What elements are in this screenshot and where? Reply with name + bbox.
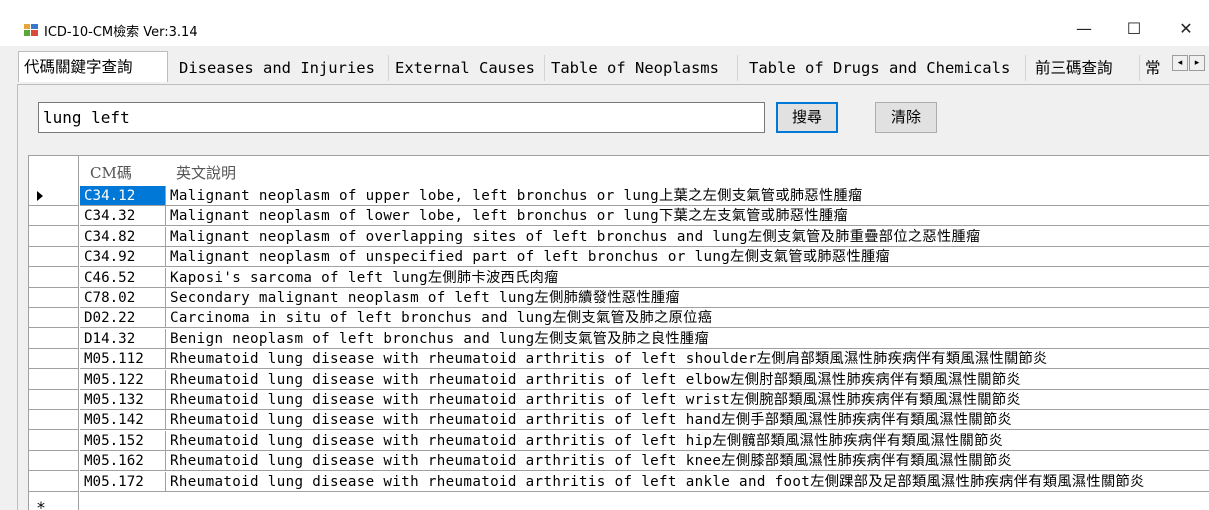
cell-code[interactable]: D02.22: [80, 308, 166, 329]
tab-external-causes[interactable]: External Causes: [390, 55, 545, 81]
current-row-pointer-icon: [37, 191, 43, 201]
maximize-button[interactable]: ☐: [1111, 11, 1157, 46]
cell-code[interactable]: C78.02: [80, 288, 166, 308]
tab-first-three-codes[interactable]: 前三碼查詢: [1030, 55, 1140, 81]
cell-code[interactable]: M05.152: [80, 430, 166, 451]
row-header-cell[interactable]: [29, 390, 78, 410]
cell-code[interactable]: M05.142: [80, 410, 166, 431]
table-row[interactable]: M05.132 Rheumatoid lung disease with rheu…: [29, 390, 1209, 410]
cell-description[interactable]: Rheumatoid lung disease with rheumatoid …: [166, 410, 1209, 431]
tab-table-drugs-chemicals[interactable]: Table of Drugs and Chemicals: [744, 55, 1026, 81]
cell-code[interactable]: M05.112: [80, 349, 166, 370]
close-button[interactable]: ✕: [1163, 11, 1209, 46]
row-header-cell[interactable]: [29, 268, 78, 288]
cell-code[interactable]: C46.52: [80, 267, 166, 288]
table-row[interactable]: M05.172 Rheumatoid lung disease with rheu…: [29, 471, 1209, 492]
cell-description[interactable]: Malignant neoplasm of overlapping sites …: [166, 227, 1209, 247]
row-header-cell[interactable]: [29, 186, 78, 206]
results-grid[interactable]: CM碼 英文說明 C34.12 Malignant neoplasm of upp…: [28, 155, 1209, 510]
tab-scroll-right-button[interactable]: ▸: [1189, 55, 1205, 71]
cell-code[interactable]: C34.12: [80, 186, 166, 206]
row-header-cell[interactable]: [29, 410, 78, 431]
cell-description[interactable]: Secondary malignant neoplasm of left lun…: [166, 288, 1209, 308]
cell-description[interactable]: Malignant neoplasm of unspecified part o…: [166, 247, 1209, 268]
row-header-cell[interactable]: [29, 206, 78, 227]
arrow-right-icon: ▸: [1194, 58, 1200, 68]
cell-description[interactable]: Malignant neoplasm of lower lobe, left b…: [166, 206, 1209, 227]
cell-description[interactable]: Rheumatoid lung disease with rheumatoid …: [166, 431, 1209, 451]
cell-description[interactable]: Carcinoma in situ of left bronchus and l…: [166, 308, 1209, 329]
column-header-code[interactable]: CM碼: [90, 156, 132, 186]
table-row[interactable]: C34.32 Malignant neoplasm of lower lobe, …: [29, 206, 1209, 227]
cell-code[interactable]: C34.82: [80, 226, 166, 247]
table-row[interactable]: D14.32 Benign neoplasm of left bronchus a…: [29, 328, 1209, 349]
app-window: ICD-10-CM檢索 Ver:3.14 — ☐ ✕ 代碼關鍵字查詢 Disea…: [0, 0, 1209, 510]
cell-code[interactable]: C34.92: [80, 247, 166, 268]
cell-description[interactable]: Rheumatoid lung disease with rheumatoid …: [166, 349, 1209, 370]
grid-header: CM碼 英文說明: [29, 156, 1209, 186]
search-input[interactable]: [38, 102, 765, 133]
arrow-left-icon: ◂: [1177, 58, 1183, 68]
row-header-cell[interactable]: [29, 308, 78, 329]
tab-more[interactable]: 常: [1140, 55, 1166, 81]
row-header-cell[interactable]: [29, 451, 78, 472]
cell-code[interactable]: M05.162: [80, 451, 166, 472]
window-top-edge: [0, 0, 1209, 11]
table-row[interactable]: C34.82 Malignant neoplasm of overlapping …: [29, 226, 1209, 247]
row-header-cell[interactable]: [29, 247, 78, 268]
cell-description[interactable]: Rheumatoid lung disease with rheumatoid …: [166, 370, 1209, 390]
row-header-cell[interactable]: [29, 431, 78, 451]
row-header-cell[interactable]: [29, 329, 78, 349]
column-header-description[interactable]: 英文說明: [176, 156, 236, 186]
row-header-cell[interactable]: [29, 370, 78, 390]
row-header-cell[interactable]: [29, 227, 78, 247]
clear-button[interactable]: 清除: [875, 102, 937, 133]
row-header-cell[interactable]: [29, 472, 78, 492]
title-bar[interactable]: ICD-10-CM檢索 Ver:3.14 — ☐ ✕: [0, 11, 1209, 46]
row-header-cell[interactable]: [29, 349, 78, 370]
table-row[interactable]: M05.112 Rheumatoid lung disease with rheu…: [29, 349, 1209, 370]
new-row-marker: *: [37, 498, 45, 510]
cell-description[interactable]: Benign neoplasm of left bronchus and lun…: [166, 329, 1209, 349]
table-row[interactable]: C34.12 Malignant neoplasm of upper lobe, …: [29, 186, 1209, 206]
tab-strip: 代碼關鍵字查詢 Diseases and Injuries External C…: [0, 46, 1209, 84]
table-row[interactable]: D02.22 Carcinoma in situ of left bronchus…: [29, 308, 1209, 329]
table-row[interactable]: C46.52 Kaposi's sarcoma of left lung左側肺卡波…: [29, 267, 1209, 288]
app-icon: [24, 24, 38, 36]
tab-keyword-search[interactable]: 代碼關鍵字查詢: [18, 51, 168, 82]
cell-code[interactable]: D14.32: [80, 328, 166, 349]
row-header-cell[interactable]: [29, 288, 78, 308]
table-row[interactable]: M05.122 Rheumatoid lung disease with rheu…: [29, 369, 1209, 390]
tab-diseases-injuries[interactable]: Diseases and Injuries: [174, 55, 389, 81]
minimize-button[interactable]: —: [1061, 11, 1107, 46]
table-row[interactable]: M05.162 Rheumatoid lung disease with rheu…: [29, 451, 1209, 472]
minimize-icon: —: [1076, 19, 1092, 38]
cell-description[interactable]: Rheumatoid lung disease with rheumatoid …: [166, 472, 1209, 492]
search-button[interactable]: 搜尋: [776, 102, 838, 133]
window-title: ICD-10-CM檢索 Ver:3.14: [44, 25, 198, 40]
tab-scroll-left-button[interactable]: ◂: [1172, 55, 1188, 71]
cell-code[interactable]: M05.132: [80, 390, 166, 410]
cell-code[interactable]: M05.172: [80, 471, 166, 492]
tab-table-neoplasms[interactable]: Table of Neoplasms: [546, 55, 738, 81]
cell-code[interactable]: M05.122: [80, 369, 166, 390]
cell-description[interactable]: Kaposi's sarcoma of left lung左側肺卡波西氏肉瘤: [166, 268, 1209, 288]
table-row[interactable]: M05.152 Rheumatoid lung disease with rheu…: [29, 430, 1209, 451]
cell-description[interactable]: Rheumatoid lung disease with rheumatoid …: [166, 451, 1209, 472]
table-row[interactable]: M05.142 Rheumatoid lung disease with rheu…: [29, 410, 1209, 431]
cell-code[interactable]: C34.32: [80, 206, 166, 227]
cell-description[interactable]: Malignant neoplasm of upper lobe, left b…: [166, 186, 1209, 206]
close-icon: ✕: [1179, 19, 1193, 38]
maximize-icon: ☐: [1126, 19, 1142, 38]
table-row[interactable]: C34.92 Malignant neoplasm of unspecified …: [29, 247, 1209, 268]
table-row[interactable]: C78.02 Secondary malignant neoplasm of le…: [29, 288, 1209, 308]
cell-description[interactable]: Rheumatoid lung disease with rheumatoid …: [166, 390, 1209, 410]
